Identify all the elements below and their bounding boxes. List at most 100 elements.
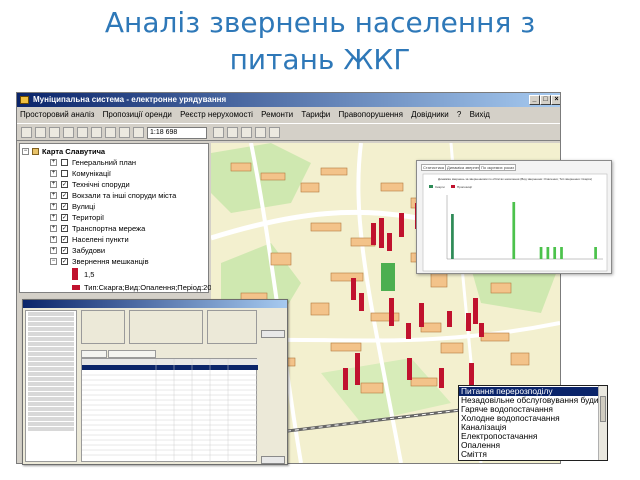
expand-icon[interactable]: +: [50, 214, 57, 221]
dropdown-item[interactable]: Каналізація: [459, 423, 599, 432]
chart-bar: [539, 247, 543, 259]
scale-input[interactable]: 1:18 698: [147, 127, 207, 139]
chart-title: Динаміка звернень за зверненнями по об'є…: [438, 177, 592, 181]
menu-item-spatial-analysis[interactable]: Просторовий аналіз: [17, 110, 97, 119]
select-tool-icon[interactable]: [105, 127, 116, 138]
legend-bar-symbol: [72, 268, 78, 280]
maximize-button[interactable]: □: [540, 95, 551, 105]
dialog-group-period: [207, 310, 257, 344]
chart-bar: [560, 247, 563, 259]
menu-item-repairs[interactable]: Ремонти: [258, 110, 296, 119]
chart-tool-icon[interactable]: [269, 127, 280, 138]
chart-bar: [512, 202, 516, 259]
legend-swatch-complaints: [429, 185, 433, 188]
layer-checkbox[interactable]: ✓: [61, 214, 68, 221]
zoom-out-tool-icon[interactable]: [49, 127, 60, 138]
layer-label: Транспортна мережа: [72, 224, 146, 233]
collapse-icon[interactable]: −: [22, 148, 29, 155]
menu-bar: Просторовий аналіз Пропозиції оренди Реє…: [17, 108, 560, 122]
dialog-tab-dynamics[interactable]: [108, 350, 156, 358]
layer-tree: − Карта Славутича + Генеральний план + К…: [19, 143, 220, 293]
report-tool-icon[interactable]: [255, 127, 266, 138]
expand-icon[interactable]: +: [50, 170, 57, 177]
menu-item-rental-offers[interactable]: Пропозиції оренди: [100, 110, 175, 119]
expand-icon[interactable]: +: [50, 247, 57, 254]
chart-bar: [451, 214, 454, 259]
dropdown-item[interactable]: Питання перерозподілу: [459, 387, 599, 396]
slide-title-line-1: Аналіз звернень населення з: [104, 6, 536, 39]
legend-swatch-proposals: [451, 185, 455, 188]
dropdown-item[interactable]: Сміття: [459, 450, 599, 459]
statistics-popup: Статистика Динаміка звернень По окремих …: [416, 160, 612, 274]
layer-label: Технічні споруди: [72, 180, 130, 189]
dropdown-scrollbar[interactable]: [598, 386, 607, 460]
layer-label: Генеральний план: [72, 158, 137, 167]
layer-label: Населені пункти: [72, 235, 129, 244]
dialog-form-button[interactable]: [261, 330, 285, 338]
menu-item-exit[interactable]: Вихід: [467, 110, 493, 119]
layer-checkbox[interactable]: [61, 170, 68, 177]
collapse-icon[interactable]: −: [50, 258, 57, 265]
results-table-grid: [82, 359, 258, 463]
refresh-tool-icon[interactable]: [133, 127, 144, 138]
expand-icon[interactable]: +: [50, 203, 57, 210]
scrollbar-thumb[interactable]: [600, 396, 606, 422]
print-tool-icon[interactable]: [227, 127, 238, 138]
full-extent-tool-icon[interactable]: [77, 127, 88, 138]
layer-checkbox[interactable]: ✓: [61, 225, 68, 232]
dialog-group-kind: [129, 310, 203, 344]
search-tool-icon[interactable]: [241, 127, 252, 138]
chart-bar: [594, 247, 597, 259]
layer-checkbox[interactable]: ✓: [61, 258, 68, 265]
slide-title-line-2: питань ЖКГ: [229, 43, 411, 76]
pan-tool-icon[interactable]: [63, 127, 74, 138]
layer-checkbox[interactable]: ✓: [61, 192, 68, 199]
dialog-object-list[interactable]: [25, 310, 77, 462]
expand-icon[interactable]: +: [50, 181, 57, 188]
dialog-tab-statistics[interactable]: [81, 350, 107, 358]
close-button[interactable]: ×: [551, 95, 560, 105]
dropdown-item[interactable]: Гаряче водопостачання: [459, 405, 599, 414]
dropdown-item[interactable]: Електропостачання: [459, 432, 599, 441]
layer-checkbox[interactable]: ✓: [61, 181, 68, 188]
layers-tool-icon[interactable]: [213, 127, 224, 138]
statistics-chart: Динаміка звернень за зверненнями по об'є…: [422, 173, 608, 272]
layer-checkbox[interactable]: ✓: [61, 236, 68, 243]
window-title: Муніципальна система - електронне урядув…: [33, 95, 227, 104]
menu-item-property-registry[interactable]: Реєстр нерухомості: [177, 110, 256, 119]
dialog-group-type: [81, 310, 125, 344]
menu-item-tariffs[interactable]: Тарифи: [298, 110, 333, 119]
folder-icon: [32, 148, 39, 155]
dropdown-item[interactable]: Опалення: [459, 441, 599, 450]
expand-icon[interactable]: +: [50, 225, 57, 232]
expand-icon[interactable]: +: [50, 236, 57, 243]
layer-label: Комунікації: [72, 169, 112, 178]
layer-label: Території: [72, 213, 105, 222]
query-dialog: [22, 299, 288, 465]
dropdown-item[interactable]: Незадовільне обслуговування будинку: [459, 396, 599, 405]
pointer-tool-icon[interactable]: [21, 127, 32, 138]
legend-category-symbol: [72, 285, 80, 290]
info-tool-icon[interactable]: [91, 127, 102, 138]
layer-checkbox[interactable]: ✓: [61, 203, 68, 210]
minimize-button[interactable]: _: [529, 95, 540, 105]
expand-icon[interactable]: +: [50, 192, 57, 199]
layer-checkbox[interactable]: [61, 159, 68, 166]
dialog-close-button[interactable]: [261, 456, 285, 464]
dropdown-item[interactable]: Холодне водопостачання: [459, 414, 599, 423]
toolbar: 1:18 698: [17, 123, 560, 141]
expand-icon[interactable]: +: [50, 159, 57, 166]
measure-tool-icon[interactable]: [119, 127, 130, 138]
dialog-results-table[interactable]: [81, 358, 258, 463]
zoom-in-tool-icon[interactable]: [35, 127, 46, 138]
menu-item-directories[interactable]: Довідники: [408, 110, 452, 119]
layer-root-label: Карта Славутича: [42, 147, 106, 156]
window-titlebar: Муніципальна система - електронне урядув…: [17, 93, 560, 107]
category-dropdown-list[interactable]: Питання перерозподілу Незадовільне обслу…: [458, 385, 608, 461]
layer-checkbox[interactable]: ✓: [61, 247, 68, 254]
menu-item-offences[interactable]: Правопорушення: [336, 110, 406, 119]
menu-item-help[interactable]: ?: [454, 110, 464, 119]
legend-label-proposals: Пропозиції: [457, 185, 472, 189]
legend-value: 1,5: [84, 270, 95, 279]
legend-caption: Тип:Скарга;Вид:Опалення;Період:2008: [84, 283, 220, 292]
